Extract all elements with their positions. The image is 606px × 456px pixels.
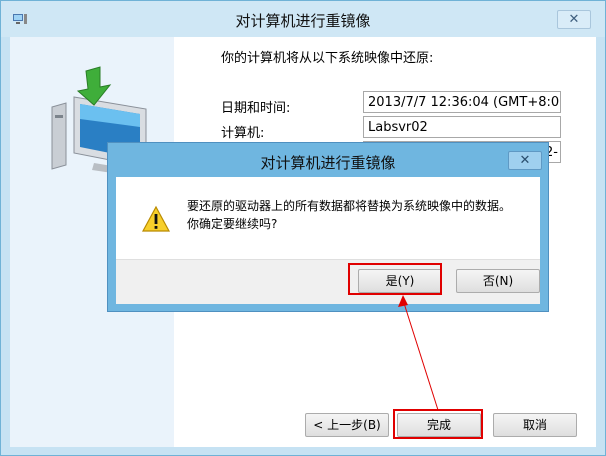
close-button[interactable]: ✕	[557, 10, 591, 29]
confirm-dialog: 对计算机进行重镜像 ✕ 要还原的驱动器上的所有数据都将替换为系统映像中的数据。 …	[107, 142, 549, 312]
computer-label: 计算机:	[221, 126, 265, 141]
dialog-body: 要还原的驱动器上的所有数据都将替换为系统映像中的数据。 你确定要继续吗? 是(Y…	[116, 177, 540, 304]
warning-icon	[141, 205, 171, 232]
date-time-label: 日期和时间:	[221, 101, 291, 116]
finish-highlight-box	[393, 409, 483, 439]
cancel-button[interactable]: 取消	[493, 413, 577, 437]
yes-highlight-box	[348, 263, 442, 295]
back-button[interactable]: < 上一步(B)	[305, 413, 389, 437]
dialog-message-line1: 要还原的驱动器上的所有数据都将替换为系统映像中的数据。	[187, 199, 512, 213]
restore-intro-text: 你的计算机将从以下系统映像中还原:	[221, 51, 434, 66]
computer-value: Labsvr02	[363, 116, 561, 138]
date-time-value: 2013/7/7 12:36:04 (GMT+8:00)	[363, 91, 561, 113]
window-title: 对计算机进行重镜像	[235, 12, 371, 30]
title-bar: 对计算机进行重镜像 ✕	[1, 1, 605, 37]
dialog-message-line2: 你确定要继续吗?	[187, 217, 278, 231]
dialog-title: 对计算机进行重镜像	[260, 154, 396, 172]
dialog-footer: 是(Y) 否(N)	[116, 259, 540, 304]
dialog-message: 要还原的驱动器上的所有数据都将替换为系统映像中的数据。 你确定要继续吗?	[187, 197, 511, 233]
dialog-close-button[interactable]: ✕	[508, 151, 542, 170]
no-button[interactable]: 否(N)	[456, 269, 540, 293]
